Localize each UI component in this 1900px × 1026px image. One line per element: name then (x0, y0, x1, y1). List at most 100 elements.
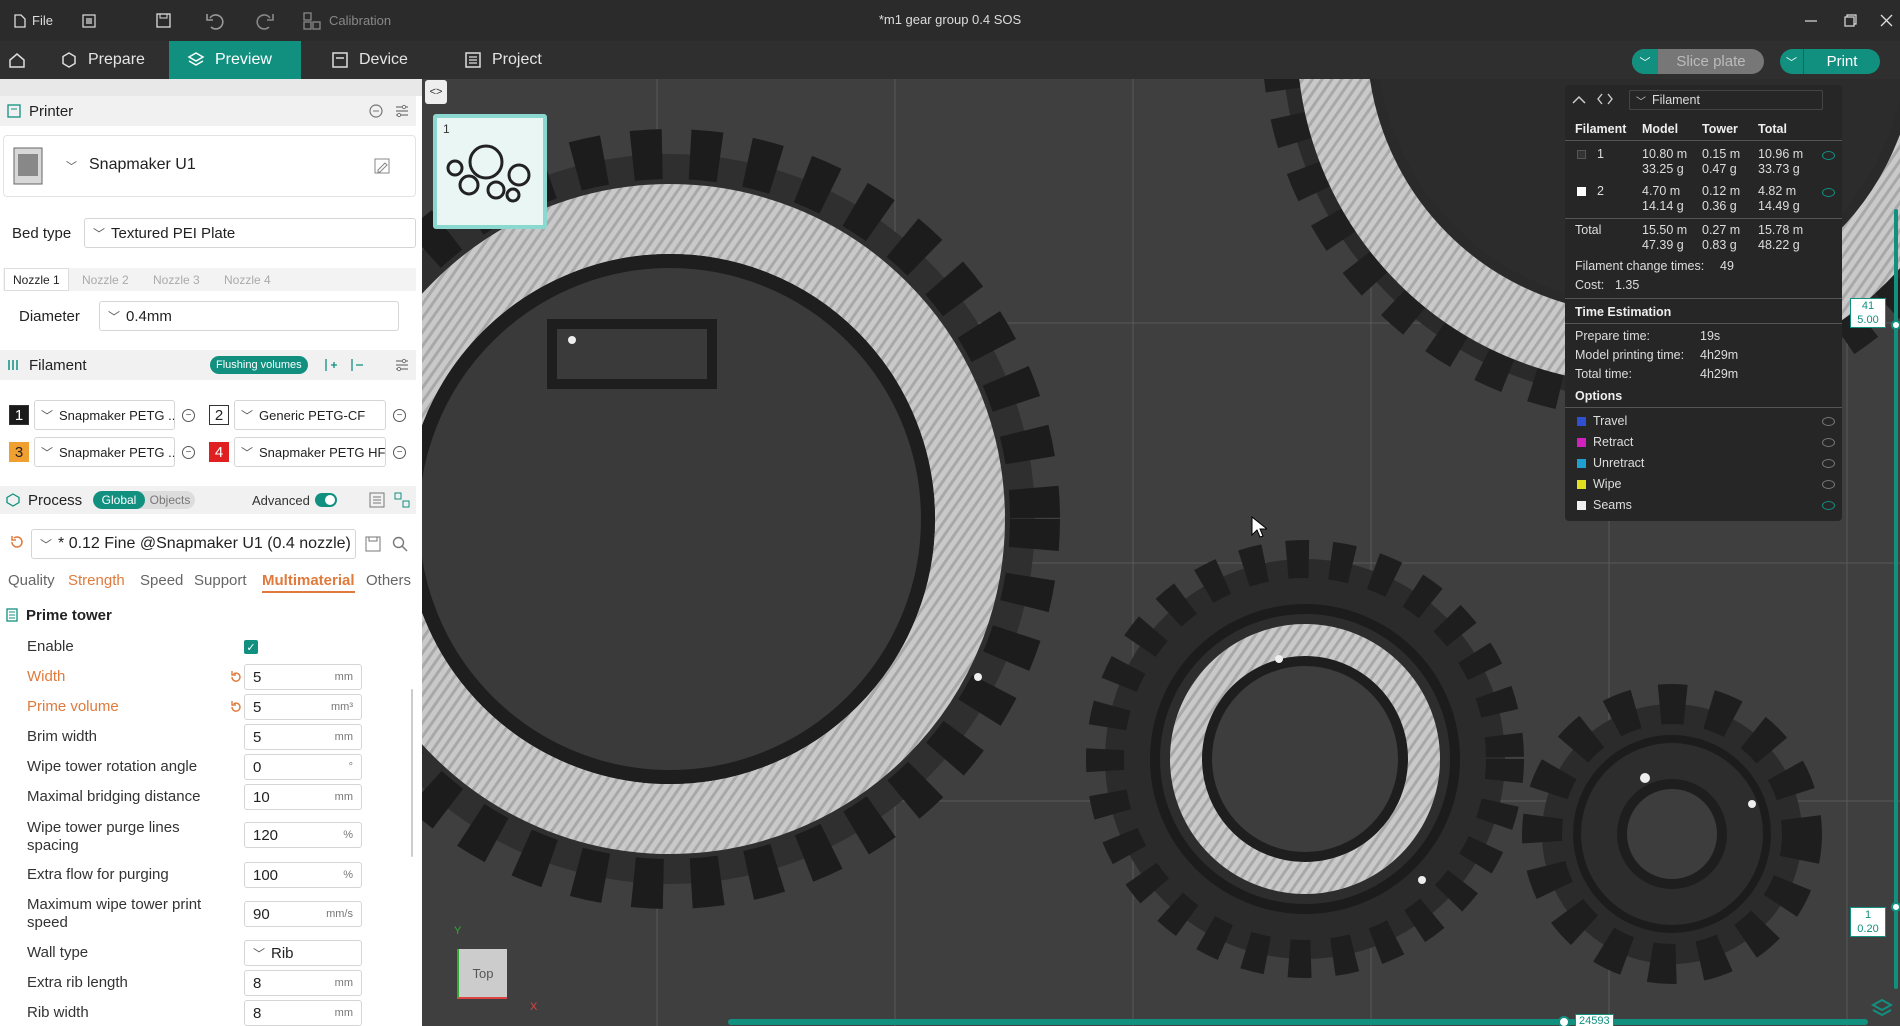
move-slider-handle[interactable] (1558, 1016, 1570, 1026)
layers-view-icon[interactable] (1870, 997, 1894, 1021)
slice-plate-button[interactable]: ﹀ Slice plate (1632, 49, 1764, 74)
filament-slot-3-number[interactable]: 3 (9, 442, 29, 462)
bridging-distance-input[interactable]: 10 mm (244, 784, 362, 810)
filament-slot-4-remove-icon[interactable]: − (393, 446, 406, 459)
collapse-legend-icon[interactable] (1572, 93, 1586, 105)
printer-card[interactable]: ﹀ Snapmaker U1 (3, 135, 416, 197)
rib-width-input[interactable]: 8 mm (244, 1000, 362, 1026)
minimize-icon[interactable] (1805, 0, 1817, 41)
home-tab[interactable] (0, 41, 34, 79)
filament-2-visibility-eye-icon[interactable] (1822, 188, 1835, 197)
filament-slot-4-number[interactable]: 4 (209, 442, 229, 462)
brim-width-input[interactable]: 5 mm (244, 724, 362, 750)
filament-settings-icon[interactable] (394, 357, 410, 373)
subtab-others[interactable]: Others (366, 572, 411, 589)
remove-filament-icon[interactable] (349, 357, 365, 373)
objects-option[interactable]: Objects (145, 491, 195, 509)
bed-type-select[interactable]: ﹀ Textured PEI Plate (84, 218, 416, 248)
extra-rib-length-input[interactable]: 8 mm (244, 970, 362, 996)
cube-icon (62, 52, 76, 68)
collapse-sidebar-icon[interactable]: <> (425, 80, 447, 104)
extra-flow-input[interactable]: 100% (244, 862, 362, 888)
global-option[interactable]: Global (93, 491, 145, 509)
unretract-visibility-eye-icon[interactable] (1822, 459, 1835, 468)
enable-checkbox[interactable]: ✓ (244, 640, 258, 654)
tab-device[interactable]: Device (313, 41, 426, 79)
prime-volume-input[interactable]: 5 mm³ (244, 694, 362, 720)
filament-slot-4-select[interactable]: ﹀ Snapmaker PETG HF (234, 437, 386, 467)
subtab-support[interactable]: Support (194, 572, 247, 589)
move-slider-track[interactable] (728, 1019, 1868, 1025)
travel-visibility-eye-icon[interactable] (1822, 417, 1835, 426)
filament-slot-1-select[interactable]: ﹀ Snapmaker PETG ... (34, 400, 175, 430)
tab-preview[interactable]: Preview (169, 41, 301, 79)
filament-slot-2-number[interactable]: 2 (209, 405, 229, 425)
tab-nozzle-3[interactable]: Nozzle 3 (145, 268, 208, 291)
rotation-angle-input[interactable]: 0 ° (244, 754, 362, 780)
subtab-strength[interactable]: Strength (68, 572, 125, 589)
flushing-volumes-button[interactable]: Flushing volumes (210, 356, 308, 374)
settings-scrollbar[interactable] (411, 689, 413, 857)
printer-settings-icon[interactable] (394, 103, 410, 119)
search-icon[interactable] (392, 536, 408, 552)
legend-view-select[interactable]: ﹀ Filament (1629, 90, 1823, 110)
seams-visibility-eye-icon[interactable] (1822, 501, 1835, 510)
filament-slot-1-number[interactable]: 1 (9, 405, 29, 425)
printer-name: Snapmaker U1 (89, 156, 196, 173)
option-travel-label: Travel (1593, 414, 1628, 428)
filament-slot-3-select[interactable]: ﹀ Snapmaker PETG ... (34, 437, 175, 467)
filament-1-visibility-eye-icon[interactable] (1822, 151, 1835, 160)
layer-slider-bottom-handle[interactable] (1891, 902, 1900, 912)
add-filament-icon[interactable] (323, 357, 339, 373)
tab-prepare[interactable]: Prepare (42, 41, 163, 79)
process-list-icon[interactable] (369, 492, 385, 508)
view-cube[interactable]: Top (457, 949, 507, 999)
legend-panel: ﹀ Filament Filament Model Tower Total 1 … (1565, 85, 1842, 521)
subtab-speed[interactable]: Speed (140, 572, 183, 589)
close-icon[interactable] (1880, 0, 1893, 41)
wall-type-select[interactable]: ﹀ Rib (244, 940, 362, 966)
tab-project[interactable]: Project (446, 41, 560, 79)
edit-printer-icon[interactable] (374, 158, 390, 174)
width-reset-icon[interactable] (229, 670, 243, 684)
subtab-multimaterial[interactable]: Multimaterial (262, 572, 355, 593)
layer-slider-top-handle[interactable] (1891, 320, 1900, 330)
small-gear[interactable] (1522, 684, 1822, 984)
plate-thumbnail[interactable]: 1 (433, 114, 547, 229)
wipe-visibility-eye-icon[interactable] (1822, 480, 1835, 489)
filament-slot-2-select[interactable]: ﹀ Generic PETG-CF (234, 400, 386, 430)
col-filament-header: Filament (1575, 122, 1627, 136)
printer-chevron-icon[interactable]: ﹀ (66, 158, 77, 174)
subtab-quality[interactable]: Quality (8, 572, 55, 589)
diameter-select[interactable]: ﹀ 0.4mm (99, 301, 399, 331)
tab-nozzle-4[interactable]: Nozzle 4 (216, 268, 279, 291)
process-preset-select[interactable]: ﹀ * 0.12 Fine @Snapmaker U1 (0.4 nozzle) (31, 529, 356, 559)
print-dropdown-chevron-icon[interactable]: ﹀ (1780, 49, 1804, 74)
large-gear[interactable] (422, 129, 1060, 909)
purge-spacing-input[interactable]: 120% (244, 822, 362, 848)
filament-slot-1-remove-icon[interactable]: − (182, 409, 195, 422)
tab-nozzle-2[interactable]: Nozzle 2 (74, 268, 137, 291)
print-button[interactable]: ﹀ Print (1780, 49, 1880, 74)
medium-gear[interactable] (1086, 540, 1524, 978)
plate-number: 1 (443, 122, 450, 136)
code-view-icon[interactable] (1597, 93, 1613, 105)
process-compare-icon[interactable] (394, 492, 410, 508)
filament-slot-3-remove-icon[interactable]: − (182, 446, 195, 459)
max-tower-speed-input[interactable]: 90 mm/s (244, 901, 362, 927)
filament-2-total-g: 14.49 g (1758, 199, 1800, 213)
restore-icon[interactable] (1844, 0, 1857, 41)
global-objects-toggle[interactable]: Global Objects (93, 491, 195, 509)
tab-nozzle-1[interactable]: Nozzle 1 (4, 268, 69, 291)
retract-visibility-eye-icon[interactable] (1822, 438, 1835, 447)
width-input[interactable]: 5 mm (244, 664, 362, 690)
reset-preset-icon[interactable] (9, 534, 25, 550)
save-preset-icon[interactable] (365, 536, 381, 552)
slice-dropdown-chevron-icon[interactable]: ﹀ (1632, 49, 1658, 74)
total-tower-m: 0.27 m (1702, 223, 1741, 237)
advanced-toggle[interactable] (315, 493, 337, 507)
filament-slot-2-remove-icon[interactable]: − (393, 409, 406, 422)
prime-volume-reset-icon[interactable] (229, 700, 243, 714)
max-tower-speed-label: Maximum wipe tower print speed (27, 896, 202, 931)
printer-sync-icon[interactable] (368, 103, 384, 119)
